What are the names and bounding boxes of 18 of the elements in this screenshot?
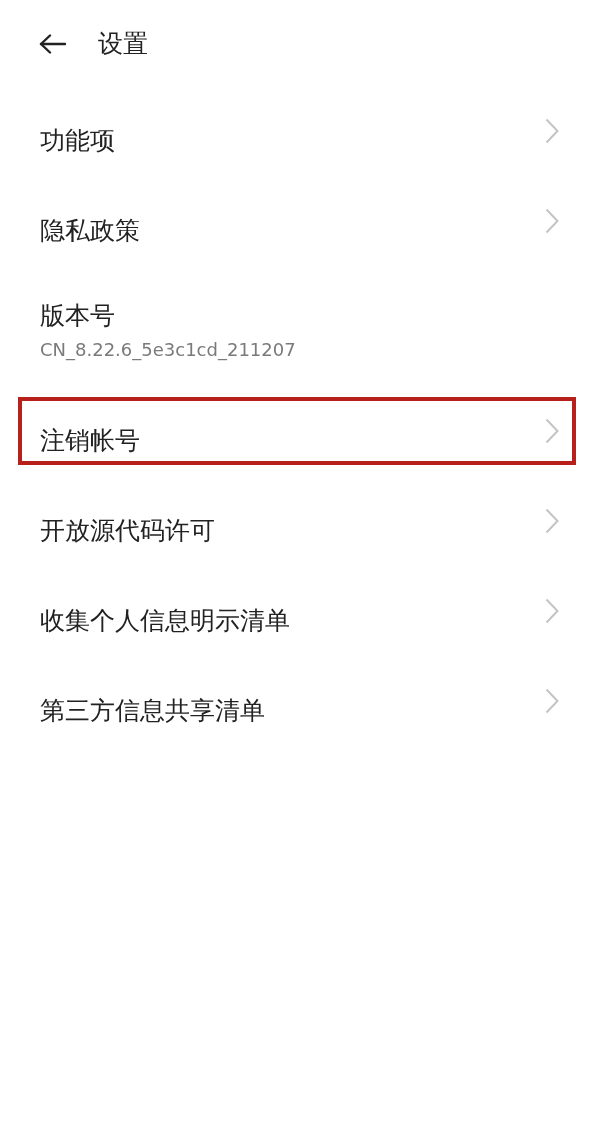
settings-item[interactable]: 功能项: [0, 91, 600, 181]
item-label: 版本号: [40, 301, 115, 332]
back-button[interactable]: [38, 31, 68, 56]
item-label: 注销帐号: [40, 426, 140, 456]
settings-item[interactable]: 注销帐号: [0, 391, 600, 481]
settings-item[interactable]: 开放源代码许可: [0, 481, 600, 571]
page-title: 设置: [98, 28, 148, 59]
version-text: CN_8.22.6_5e3c1cd_211207: [40, 339, 296, 361]
item-label: 开放源代码许可: [40, 516, 215, 546]
item-label: 第三方信息共享清单: [40, 696, 265, 726]
settings-item[interactable]: 版本号 CN_8.22.6_5e3c1cd_211207: [0, 271, 600, 391]
settings-item[interactable]: 第三方信息共享清单: [0, 661, 600, 751]
settings-item[interactable]: 收集个人信息明示清单: [0, 571, 600, 661]
settings-item[interactable]: 隐私政策: [0, 181, 600, 271]
back-arrow-icon: [39, 33, 67, 54]
item-label: 隐私政策: [40, 216, 140, 246]
item-label: 功能项: [40, 126, 115, 156]
item-label: 收集个人信息明示清单: [40, 606, 290, 636]
